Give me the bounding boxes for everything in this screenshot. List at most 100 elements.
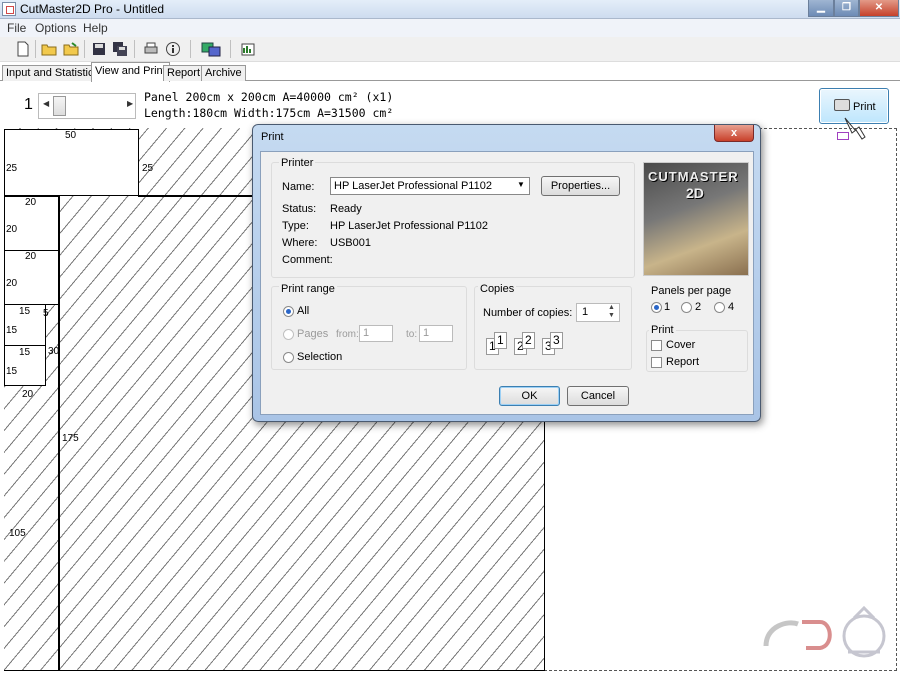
toolbar-separator (84, 40, 85, 58)
range-all-label: All (297, 305, 310, 317)
comment-label: Comment: (282, 254, 333, 266)
info-icon[interactable] (165, 41, 181, 57)
collate-icon: 1 1 2 2 3 3 (486, 332, 566, 362)
tab-input-and-statistics[interactable]: Input and Statistics (2, 65, 103, 81)
menu-options[interactable]: Options (35, 21, 76, 35)
toolbar-separator (134, 40, 135, 58)
type-label: Type: (282, 220, 309, 232)
printer-select[interactable]: HP LaserJet Professional P1102 ▼ (330, 177, 530, 195)
status-label: Status: (282, 203, 317, 215)
range-to-value: 1 (423, 327, 430, 339)
print-options-label: Print (649, 324, 676, 336)
dim-label: 20 (25, 197, 37, 208)
range-from-input[interactable]: 1 (359, 325, 393, 342)
dialog-title: Print (261, 131, 284, 143)
copies-label: Copies (478, 283, 517, 295)
ppp-1-label: 1 (664, 301, 671, 313)
dialog-close-button[interactable]: x (714, 125, 754, 142)
toolbar-separator (35, 40, 36, 58)
tab-archive[interactable]: Archive (201, 65, 246, 81)
range-from-label: from: (336, 329, 359, 340)
dim-label: 20 (6, 278, 18, 289)
report-label: Report (666, 356, 700, 368)
chart-icon[interactable] (240, 41, 256, 57)
range-to-input[interactable]: 1 (419, 325, 453, 342)
copies-input[interactable]: 1 ▲ ▼ (576, 303, 620, 322)
slider-right-arrow-icon[interactable]: ▶ (127, 99, 133, 108)
dim-label: 15 (19, 347, 31, 358)
status-value: Ready (330, 203, 362, 215)
panel-info-line1: Panel 200cm x 200cm A=40000 cm² (x1) (144, 90, 394, 104)
slider-thumb[interactable] (53, 96, 66, 116)
cut-line (58, 196, 60, 671)
watermark-logo (763, 606, 886, 658)
number-of-copies-label: Number of copies: (483, 307, 573, 319)
menu-bar: File Options Help (0, 19, 900, 37)
cutmaster-brand-image: CUTMASTER 2D (643, 162, 749, 276)
range-all-radio[interactable] (283, 306, 294, 317)
panel-index: 1 (24, 96, 33, 113)
collate-page: 3 (550, 332, 563, 349)
new-file-icon[interactable] (15, 41, 31, 57)
menu-help[interactable]: Help (83, 21, 108, 35)
dim-label: 105 (9, 528, 26, 539)
dim-label: 175 (62, 433, 79, 444)
print-range-label: Print range (279, 283, 337, 295)
slider-left-arrow-icon[interactable]: ◀ (43, 99, 49, 108)
ok-button[interactable]: OK (499, 386, 560, 406)
ppp-4-radio[interactable] (714, 302, 725, 313)
close-button[interactable]: ✕ (859, 0, 899, 17)
ppp-2-radio[interactable] (681, 302, 692, 313)
window-title: CutMaster2D Pro - Untitled (20, 2, 165, 16)
export-icon[interactable] (201, 41, 221, 57)
open-folder-icon[interactable] (41, 41, 57, 57)
tab-view-and-print[interactable]: View and Print (91, 62, 170, 82)
toolbar-separator (190, 40, 191, 58)
spin-up-icon[interactable]: ▲ (608, 304, 615, 311)
range-pages-radio[interactable] (283, 329, 294, 340)
cancel-button[interactable]: Cancel (567, 386, 629, 406)
save-all-icon[interactable] (112, 41, 128, 57)
type-value: HP LaserJet Professional P1102 (330, 220, 488, 232)
minimize-button[interactable]: ▁ (808, 0, 834, 17)
save-icon[interactable] (91, 41, 107, 57)
ppp-1-radio[interactable] (651, 302, 662, 313)
dim-label: 50 (65, 130, 77, 141)
collate-page: 1 (494, 332, 507, 349)
ppp-2-label: 2 (695, 301, 702, 313)
dim-label: 30 (48, 346, 60, 357)
dim-label: 20 (25, 251, 37, 262)
copies-value: 1 (582, 306, 589, 318)
menu-file[interactable]: File (7, 21, 26, 35)
dim-label: 25 (6, 163, 18, 174)
tab-strip: Input and Statistics View and Print Repo… (0, 62, 900, 82)
panel-slider[interactable]: ◀ ▶ (38, 93, 136, 119)
toolbar (0, 37, 900, 62)
range-to-label: to: (406, 329, 418, 340)
print-icon[interactable] (143, 41, 159, 57)
tab-report[interactable]: Report (163, 65, 205, 81)
report-checkbox[interactable] (651, 357, 662, 368)
range-selection-radio[interactable] (283, 352, 294, 363)
dialog-body: Printer Name: HP LaserJet Professional P… (260, 151, 754, 415)
dim-label: 20 (6, 224, 18, 235)
brand-text: CUTMASTER (648, 169, 739, 184)
range-pages-label: Pages (297, 328, 329, 340)
dim-label: 25 (142, 163, 154, 174)
range-selection-label: Selection (297, 351, 343, 363)
printer-select-value: HP LaserJet Professional P1102 (334, 180, 492, 192)
dim-label: 15 (19, 306, 31, 317)
cover-checkbox[interactable] (651, 340, 662, 351)
spin-down-icon[interactable]: ▼ (608, 312, 615, 319)
where-label: Where: (282, 237, 318, 249)
cover-label: Cover (666, 339, 696, 351)
maximize-button[interactable]: ❐ (834, 0, 859, 17)
dim-label: 15 (6, 325, 18, 336)
toolbar-separator (230, 40, 231, 58)
range-from-value: 1 (363, 327, 370, 339)
open-project-icon[interactable] (63, 41, 79, 57)
ppp-4-label: 4 (728, 301, 735, 313)
properties-button[interactable]: Properties... (541, 176, 620, 196)
panel-info-line2: Length:180cm Width:175cm A=31500 cm² (144, 106, 394, 120)
print-dialog: Print x Printer Name: HP LaserJet Profes… (252, 124, 761, 422)
